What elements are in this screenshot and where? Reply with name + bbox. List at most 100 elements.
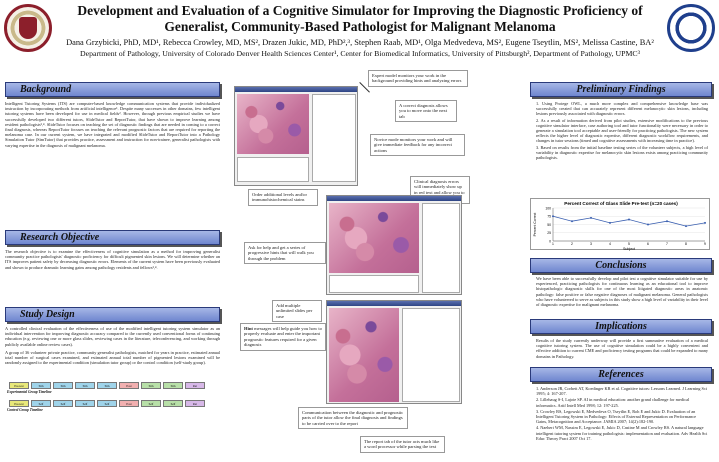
- slide-viewer-screenshot-1: [234, 86, 358, 186]
- callout-correct-diagnosis: A correct diagnosis allows you to move o…: [395, 100, 457, 123]
- finding-item: 3. Based on results from the initial bas…: [536, 144, 708, 161]
- x-tick-label: 2: [571, 242, 573, 246]
- preliminary-findings-heading: Preliminary Findings: [530, 82, 712, 97]
- y-tick-label: 25: [547, 231, 551, 235]
- y-tick-label: 75: [547, 215, 551, 219]
- slide-viewer-screenshot-2: [326, 195, 462, 295]
- research-objective-heading: Research Objective: [5, 230, 220, 245]
- callout-expert-model: Expert model monitors your work in the b…: [368, 70, 468, 87]
- study-design-text-1: A controlled clinical evaluation of the …: [5, 326, 220, 347]
- x-tick-label: 1: [552, 242, 554, 246]
- study-design-text-2: A group of 36 volunteer private practice…: [5, 350, 220, 366]
- data-point: [647, 223, 649, 226]
- timeline-cell: Sim: [53, 382, 73, 389]
- timeline-cell: Sim: [75, 382, 95, 389]
- poster-title: Development and Evaluation of a Cognitiv…: [77, 3, 643, 34]
- timeline-cell: Sim: [163, 382, 183, 389]
- callout-report-tab: The report tab of the tutor acts much li…: [360, 436, 445, 453]
- x-tick-label: 6: [647, 242, 649, 246]
- callout-order-levels: Order additional levels and/or immunohis…: [248, 189, 318, 206]
- callout-ask-for-help: Ask for help and get a series of progres…: [244, 242, 326, 265]
- data-point: [552, 215, 554, 218]
- research-objective-text: The research objective is to examine the…: [5, 249, 220, 270]
- y-tick-label: 100: [545, 206, 551, 210]
- timeline-cell: Ret: [185, 382, 205, 389]
- data-point: [571, 220, 573, 223]
- report-pane: [402, 308, 460, 402]
- data-point: [590, 216, 592, 219]
- timeline-cell: Self: [31, 400, 51, 407]
- timeline-cell: Sim: [31, 382, 51, 389]
- preliminary-findings-list: 1. Using Protege OWL, a much more comple…: [536, 101, 708, 161]
- x-tick-label: 8: [685, 242, 687, 246]
- pretest-line-chart: Percent Correct of Glass Slide Pre-test …: [530, 198, 710, 251]
- reference-item: 4. Naeheri WM, Nassim E, Legowski E, Juk…: [536, 425, 708, 441]
- y-tick-label: 0: [549, 239, 551, 243]
- callout-novice-mode: Novice mode monitors your work and will …: [370, 134, 465, 157]
- author-list: Dana Grzybicki, PhD, MD¹, Rebecca Crowle…: [66, 38, 654, 47]
- x-axis-label: Subject: [623, 247, 635, 251]
- callout-hint-messages: Hint messages will help guide you how to…: [240, 323, 326, 351]
- university-seal-logo: [4, 4, 52, 52]
- tissue-image: [329, 308, 399, 402]
- hints-pane: [422, 203, 460, 293]
- data-point: [628, 218, 630, 221]
- x-tick-label: 5: [628, 242, 630, 246]
- reference-item: 1. Anderson JR, Corbett AT, Koedinger KR…: [536, 386, 708, 397]
- timeline-cell: Sim: [141, 382, 161, 389]
- study-design-heading: Study Design: [5, 307, 220, 322]
- case-info-pane: [237, 157, 309, 182]
- timeline-cell: Self: [53, 400, 73, 407]
- timeline-cell: Pre-test: [9, 400, 29, 407]
- control-timeline-label: Control Group Timeline: [7, 408, 43, 412]
- window-titlebar: [327, 301, 461, 306]
- reference-item: 3. Crowley RS, Legowski E, Medvedeva O, …: [536, 408, 697, 425]
- x-tick-label: 7: [666, 242, 668, 246]
- x-tick-label: 9: [704, 242, 706, 246]
- reference-item: 2. Lillehaug S-I, Lajoie SP. AI in medic…: [536, 397, 690, 408]
- findings-pane: [312, 94, 356, 182]
- chart-title: Percent Correct of Glass Slide Pre-test …: [564, 201, 678, 206]
- tissue-image: [329, 203, 419, 273]
- finding-item: 1. Using Protege OWL, a much more comple…: [536, 101, 708, 117]
- data-point: [666, 220, 668, 223]
- data-point: [704, 221, 706, 224]
- affiliation-list: Department of Pathology, University of C…: [80, 49, 640, 58]
- callout-communication: Communication between the diagnostic and…: [298, 407, 408, 430]
- report-screenshot: [326, 300, 462, 404]
- hint-bold-label: Hint: [244, 326, 253, 331]
- window-titlebar: [327, 196, 461, 201]
- experimental-timeline-label: Experimental Group Timeline: [7, 390, 52, 394]
- timeline-cell: Pre-test: [9, 382, 29, 389]
- background-heading: Background: [5, 82, 220, 97]
- institution-seal-logo: [667, 4, 715, 52]
- poster-header: Development and Evaluation of a Cognitiv…: [0, 0, 719, 66]
- timeline-cell: Post: [119, 382, 139, 389]
- study-timeline: Experimental Group Timeline Pre-test Sim S…: [5, 382, 220, 418]
- data-point: [685, 225, 687, 228]
- conclusions-heading: Conclusions: [530, 258, 712, 273]
- timeline-cell: Sim: [97, 382, 117, 389]
- x-tick-label: 4: [609, 242, 611, 246]
- chart-canvas: Percent Correct of Glass Slide Pre-test …: [533, 201, 706, 251]
- window-titlebar: [235, 87, 357, 92]
- timeline-cell: Self: [163, 400, 183, 407]
- conclusions-text: We have been able to successfully develo…: [536, 276, 708, 308]
- hint-text: messages will help guide you how to prop…: [244, 326, 322, 348]
- timeline-cell: Post: [119, 400, 139, 407]
- implications-text: Results of the study currently underway …: [536, 338, 708, 359]
- references-list: 1. Anderson JR, Corbett AT, Koedinger KR…: [536, 386, 708, 442]
- x-tick-label: 3: [590, 242, 592, 246]
- background-text: Intelligent Tutoring Systems (ITS) are c…: [5, 101, 220, 148]
- data-point: [609, 221, 611, 224]
- tissue-image: [237, 94, 309, 154]
- y-tick-label: 50: [547, 223, 551, 227]
- timeline-cell: Self: [97, 400, 117, 407]
- timeline-cell: Ret: [185, 400, 205, 407]
- timeline-cell: Self: [75, 400, 95, 407]
- thumbnail-pane: [329, 275, 419, 293]
- callout-multiple-slides: Add multiple unlimited slides per case: [272, 300, 322, 323]
- finding-item: 2. As a result of information derived fr…: [536, 117, 708, 144]
- references-heading: References: [530, 367, 712, 382]
- timeline-cell: Self: [141, 400, 161, 407]
